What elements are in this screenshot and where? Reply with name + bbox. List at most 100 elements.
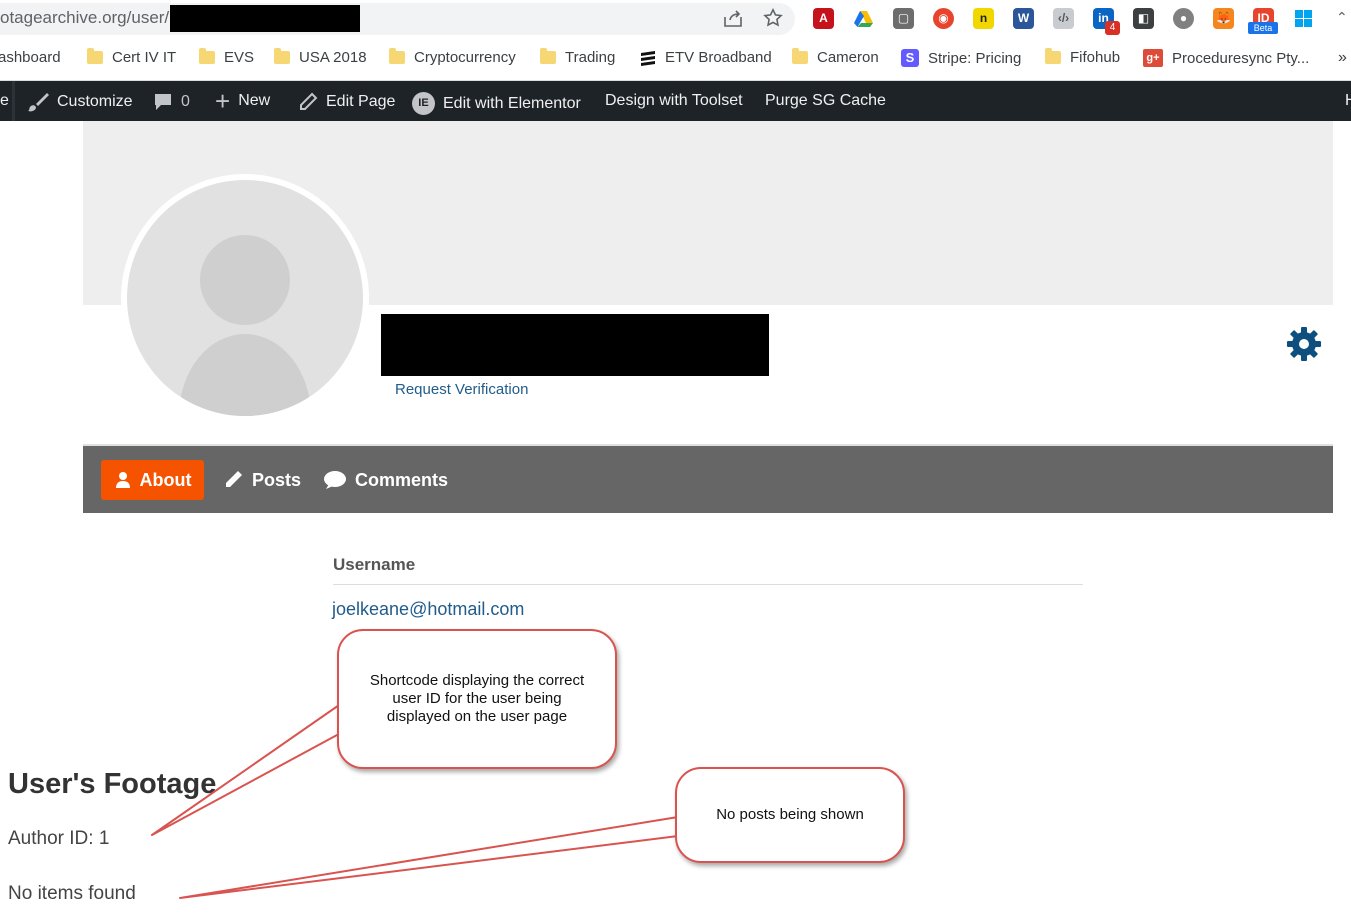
author-id-text: Author ID: 1 xyxy=(8,828,110,849)
bookmark-etv-broadband[interactable]: ETV Broadband xyxy=(640,49,772,66)
users-footage-heading: User's Footage xyxy=(8,768,217,800)
folder-icon xyxy=(792,48,808,64)
tab-posts[interactable]: Posts xyxy=(222,460,301,500)
request-verification-link[interactable]: Request Verification xyxy=(395,381,528,398)
bookmark-trading[interactable]: Trading xyxy=(540,48,616,66)
url-text[interactable]: otagearchive.org/user/ xyxy=(0,8,169,28)
annotation-callout-shortcode: Shortcode displaying the correct user ID… xyxy=(337,629,617,769)
admin-comments[interactable]: 0 xyxy=(153,92,190,112)
bookmark-fifohub[interactable]: Fifohub xyxy=(1045,48,1121,66)
callout-text: No posts being shown xyxy=(716,806,864,823)
share-icon[interactable] xyxy=(722,8,744,30)
code-extension-icon[interactable]: ‹/› xyxy=(1053,8,1074,29)
user-icon xyxy=(115,472,130,488)
admin-edit-page[interactable]: Edit Page xyxy=(298,92,395,112)
bookmark-dashboard[interactable]: ashboard xyxy=(0,49,61,66)
bookmark-cert-iv-it[interactable]: Cert IV IT xyxy=(87,48,177,66)
callout-text: Shortcode displaying the correct user ID… xyxy=(369,672,585,725)
admin-new-label: New xyxy=(238,92,271,109)
profile-icon[interactable]: ⌃ xyxy=(1336,9,1348,26)
bookmark-label: ashboard xyxy=(0,49,61,66)
paintbrush-icon xyxy=(28,93,49,112)
bookmark-label: Cert IV IT xyxy=(112,49,177,66)
plus-icon: + xyxy=(215,86,231,116)
bookmark-stripe-pricing[interactable]: S Stripe: Pricing xyxy=(901,49,1021,67)
bookmark-label: Stripe: Pricing xyxy=(928,49,1022,67)
bookmark-label: Fifohub xyxy=(1070,49,1121,66)
admin-customize[interactable]: Customize xyxy=(27,92,133,112)
no-items-text: No items found xyxy=(8,883,136,904)
admin-bar-divider xyxy=(12,81,15,121)
linkedin-badge: 4 xyxy=(1105,21,1120,35)
tab-comments[interactable]: Comments xyxy=(323,460,448,500)
folder-icon xyxy=(389,48,405,64)
admin-account-stub[interactable]: H xyxy=(1345,92,1351,110)
avatar[interactable] xyxy=(127,180,363,416)
etv-logo-icon xyxy=(641,50,655,66)
extension-grey-icon[interactable]: ● xyxy=(1173,8,1194,29)
bookmark-label: ETV Broadband xyxy=(665,49,772,66)
bookmark-star-icon[interactable] xyxy=(762,7,784,29)
bookmark-cryptocurrency[interactable]: Cryptocurrency xyxy=(389,48,516,66)
bookmark-label: Trading xyxy=(565,49,616,66)
extension-square-icon[interactable]: ▢ xyxy=(893,8,914,29)
admin-site-stub: e xyxy=(0,92,9,109)
profile-name-redaction xyxy=(381,314,769,376)
bookmark-label: Cameron xyxy=(817,49,879,66)
bookmark-label: USA 2018 xyxy=(299,49,367,66)
default-user-icon xyxy=(179,235,311,416)
elementor-icon: IE xyxy=(412,92,435,115)
bookmark-usa-2018[interactable]: USA 2018 xyxy=(274,48,367,66)
admin-customize-label: Customize xyxy=(57,93,133,110)
gear-icon[interactable] xyxy=(1286,326,1322,362)
tab-posts-label: Posts xyxy=(252,469,302,490)
stripe-icon: S xyxy=(901,49,919,67)
admin-right-stub: H xyxy=(1345,92,1351,109)
extension-puzzle-icon[interactable]: ◧ xyxy=(1133,8,1154,29)
admin-edit-page-label: Edit Page xyxy=(326,93,396,110)
comments-count: 0 xyxy=(181,93,190,110)
bookmark-label: Cryptocurrency xyxy=(414,49,516,66)
color-picker-extension-icon[interactable]: ◉ xyxy=(933,8,954,29)
tab-about[interactable]: About xyxy=(101,460,204,500)
google-plus-icon: g+ xyxy=(1143,49,1163,67)
folder-icon xyxy=(87,48,103,64)
admin-purge-label: Purge SG Cache xyxy=(765,92,886,109)
notes-extension-icon[interactable]: n xyxy=(973,8,994,29)
username-field-label: Username xyxy=(333,555,416,574)
word-extension-icon[interactable]: W xyxy=(1013,8,1034,29)
comment-bubble-icon xyxy=(324,471,346,489)
bookmark-cameron[interactable]: Cameron xyxy=(792,48,879,66)
wp-admin-bar: e Customize 0 + New Edit Page IE Edit wi… xyxy=(0,81,1351,121)
bookmark-label: EVS xyxy=(224,49,255,66)
folder-icon xyxy=(1045,48,1061,64)
bookmark-proceduresync[interactable]: g+ Proceduresync Pty... xyxy=(1143,49,1309,67)
folder-icon xyxy=(540,48,556,64)
bookmarks-bar: ashboard Cert IV IT EVS USA 2018 Cryptoc… xyxy=(0,38,1351,81)
acrobat-extension-icon[interactable]: A xyxy=(813,8,834,29)
admin-elementor-label: Edit with Elementor xyxy=(443,94,581,112)
browser-toolbar: otagearchive.org/user/ A ▢ ◉ n W ‹/› in … xyxy=(0,0,1351,38)
bookmark-label: Proceduresync Pty... xyxy=(1172,49,1310,67)
admin-new[interactable]: + New xyxy=(215,86,271,116)
admin-toolset-label: Design with Toolset xyxy=(605,92,743,109)
url-redaction xyxy=(170,5,360,32)
metamask-fox-icon[interactable]: 🦊 xyxy=(1213,8,1234,29)
admin-purge-cache[interactable]: Purge SG Cache xyxy=(765,92,886,110)
google-drive-extension-icon[interactable] xyxy=(853,8,874,29)
field-divider xyxy=(333,584,1083,585)
more-bookmarks-button[interactable]: » xyxy=(1338,49,1347,67)
windows-extension-icon[interactable] xyxy=(1293,8,1314,29)
admin-edit-elementor[interactable]: IE Edit with Elementor xyxy=(412,92,581,115)
profile-tabs: About Posts Comments xyxy=(83,444,1333,513)
annotation-callout-no-posts: No posts being shown xyxy=(675,767,905,863)
beta-badge: Beta xyxy=(1248,22,1278,34)
bookmark-evs[interactable]: EVS xyxy=(199,48,255,66)
admin-design-toolset[interactable]: Design with Toolset xyxy=(605,92,743,110)
tab-about-label: About xyxy=(139,469,192,490)
folder-icon xyxy=(199,48,215,64)
admin-site-menu[interactable]: e xyxy=(0,92,9,110)
username-field-value[interactable]: joelkeane@hotmail.com xyxy=(332,599,524,620)
comment-bubble-icon xyxy=(155,94,171,110)
pencil-icon xyxy=(300,92,318,110)
